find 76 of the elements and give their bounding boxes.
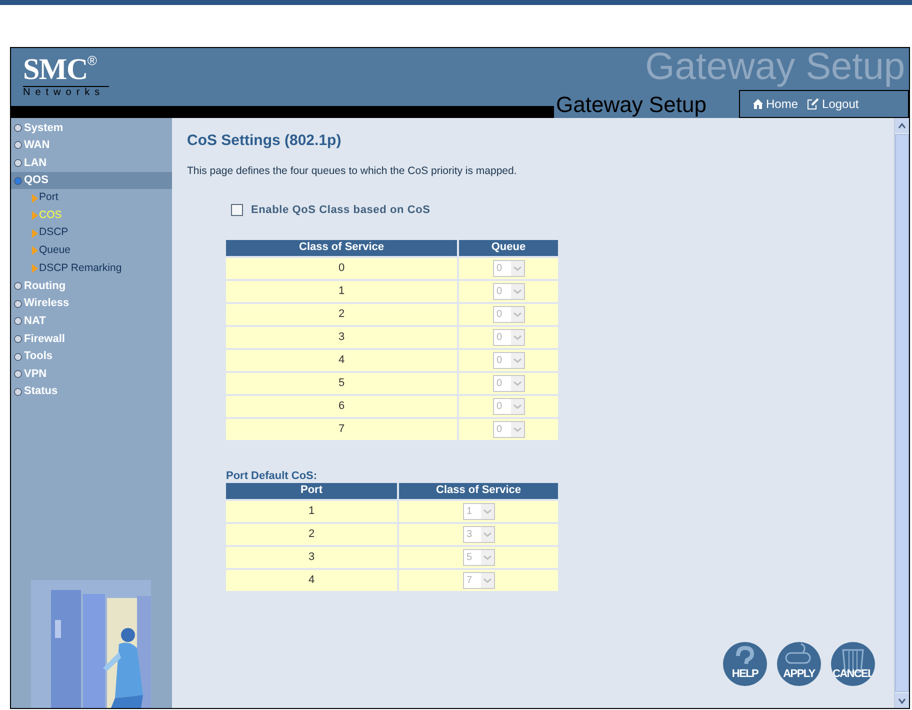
bullet-icon (14, 370, 22, 378)
apply-button[interactable]: APPLY (777, 642, 821, 686)
table-cell: 0 (226, 258, 457, 278)
bullet-icon (14, 282, 22, 290)
nav-item[interactable]: Firewall (11, 330, 172, 348)
chevron-down-icon (510, 306, 524, 322)
nav-item[interactable]: WAN (11, 136, 172, 154)
table-cell: 5 (226, 372, 457, 394)
chevron-down-icon (480, 550, 494, 564)
column-header: Class of Service (399, 482, 558, 498)
column-header: Class of Service (226, 240, 457, 256)
nav-subitem[interactable]: Port (11, 189, 172, 207)
table-cell: 4 (226, 570, 397, 590)
bullet-icon (14, 352, 22, 361)
registered-mark: ® (87, 54, 98, 68)
chevron-down-icon (510, 422, 524, 436)
home-link[interactable]: Home (752, 95, 798, 113)
table-cell: 2 (226, 304, 457, 324)
nav-item[interactable]: LAN (11, 154, 172, 172)
nav-item[interactable]: NAT (11, 312, 172, 330)
chevron-down-icon (510, 284, 524, 298)
table-cell: 6 (226, 396, 457, 416)
scroll-down-icon[interactable] (895, 693, 909, 708)
nav-item[interactable]: System (11, 119, 172, 137)
chevron-down-icon (510, 260, 524, 276)
bullet-icon (14, 388, 22, 396)
chevron-down-icon (480, 526, 494, 542)
chevron-down-icon (510, 330, 524, 344)
nav-subitem[interactable]: DSCP (11, 224, 172, 242)
table-cell: 3 (226, 326, 457, 348)
nav-item[interactable]: Tools (11, 348, 172, 366)
chevron-down-icon (480, 572, 494, 588)
nav-item[interactable]: VPN (11, 365, 172, 383)
checkbox[interactable] (231, 204, 243, 216)
table-cell: 1 (226, 500, 397, 522)
bullet-icon (14, 334, 22, 343)
banner-watermark: Gateway Setup (645, 48, 905, 88)
chevron-down-icon (510, 398, 524, 414)
help-button[interactable]: HELP (723, 642, 767, 686)
nav-subitem[interactable]: Queue (11, 242, 172, 260)
mouse-icon (785, 643, 811, 664)
pencil-icon (806, 98, 820, 110)
scroll-up-icon[interactable] (895, 118, 909, 133)
nav-item[interactable]: Status (11, 382, 172, 400)
nav-item[interactable]: Routing (11, 277, 172, 295)
bullet-icon (14, 158, 22, 167)
table-cell: 7 (226, 418, 457, 440)
page-title: CoS Settings (802.1p) (187, 132, 342, 150)
nav-item[interactable]: Wireless (11, 294, 172, 313)
logout-link[interactable]: Logout (806, 95, 859, 113)
column-header: Port (226, 482, 397, 498)
column-header: Queue (459, 240, 558, 256)
house-icon (752, 98, 764, 110)
table-cell: 3 (226, 546, 397, 568)
nav-item[interactable]: QOS (11, 172, 172, 190)
bullet-icon (14, 124, 22, 132)
chevron-down-icon (510, 376, 524, 390)
table-cell: 1 (226, 280, 457, 302)
bullet-icon (14, 176, 22, 185)
table-cell: 4 (226, 350, 457, 370)
chevron-down-icon (510, 352, 524, 368)
page-banner-title: Gateway Setup (555, 92, 706, 118)
bullet-icon (14, 300, 22, 308)
question-mark-icon (736, 646, 754, 664)
bullet-icon (14, 317, 22, 326)
bullet-icon (14, 141, 22, 150)
page-description: This page defines the four queues to which the CoS priority is mapped. (187, 165, 518, 178)
logo-subtitle: Networks (23, 86, 109, 99)
nav-subitem[interactable]: DSCP Remarking (11, 260, 172, 278)
chevron-down-icon (480, 504, 494, 518)
logo-text: SMC (23, 54, 88, 86)
nav-subitem[interactable]: COS (11, 206, 172, 225)
checkbox-label: Enable QoS Class based on CoS (251, 203, 430, 218)
table-cell: 2 (226, 524, 397, 544)
table-caption: Port Default CoS: (226, 468, 318, 482)
cancel-button[interactable]: CANCEL (831, 642, 875, 686)
